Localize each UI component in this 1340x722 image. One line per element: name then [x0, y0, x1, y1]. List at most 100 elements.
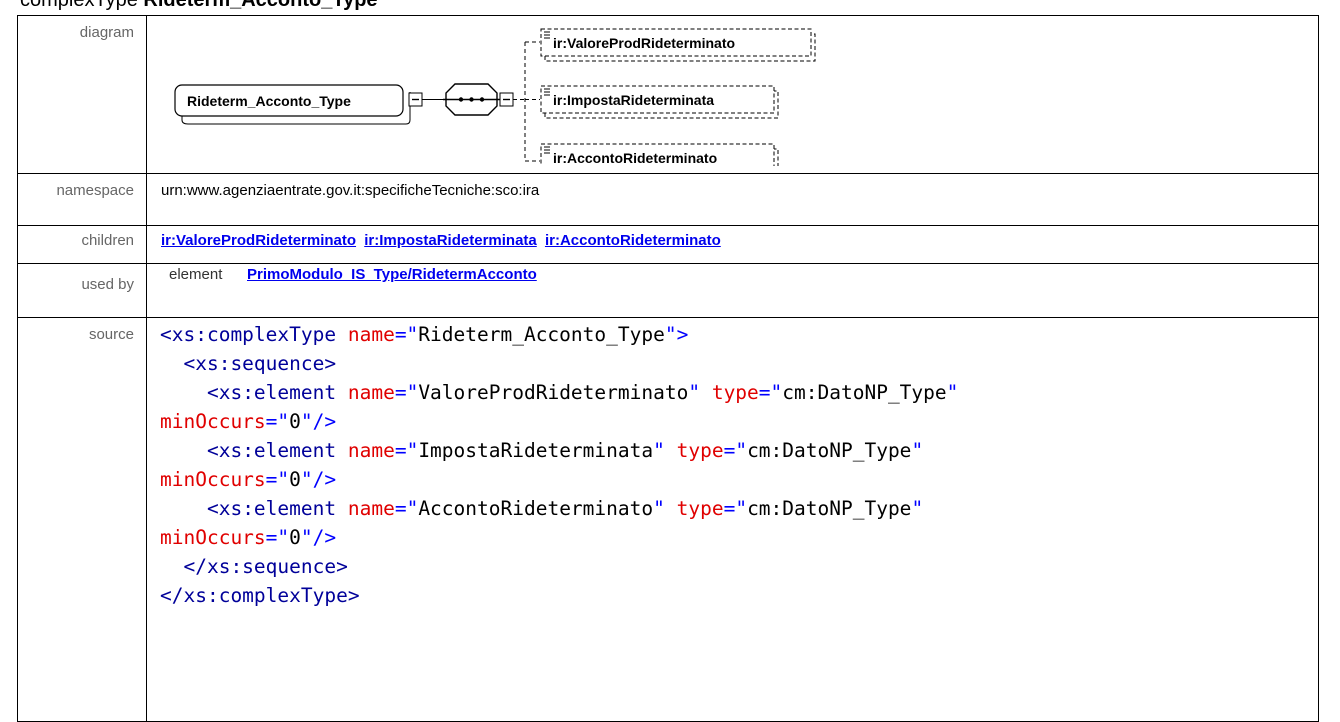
source-token: ": [653, 497, 677, 520]
source-token: =": [265, 526, 290, 549]
source-token: [160, 497, 207, 520]
used-by-kind: element: [169, 266, 223, 283]
used-by-label: used by: [17, 263, 147, 318]
source-token: "/>: [300, 526, 337, 549]
source-token: cm:DatoNP_Type: [747, 439, 912, 462]
source-token: 0: [289, 526, 301, 549]
source-token: type: [676, 497, 724, 520]
root-type-name: Rideterm_Acconto_Type: [187, 93, 351, 109]
children-row: children ir:ValoreProdRideterminato ir:I…: [17, 225, 1319, 264]
source-token: ": [911, 439, 924, 462]
source-token: =": [394, 323, 419, 346]
diagram-element-label: ir:ValoreProdRideterminato: [553, 35, 735, 51]
source-token: <xs:element: [206, 381, 348, 404]
source-token: =": [394, 381, 419, 404]
source-token: type: [676, 439, 724, 462]
source-code: <xs:complexType name="Rideterm_Acconto_T…: [160, 320, 1318, 610]
source-token: <xs:element: [206, 497, 348, 520]
source-token: ": [911, 497, 924, 520]
source-token: AccontoRideterminato: [418, 497, 654, 520]
child-link-valoreprod[interactable]: ir:ValoreProdRideterminato: [161, 232, 356, 249]
source-token: "/>: [300, 468, 337, 491]
source-token: =": [394, 497, 419, 520]
source-token: =": [265, 468, 290, 491]
used-by-row: used by element PrimoModulo_IS_Type/Ride…: [17, 263, 1319, 318]
source-token: ImpostaRideterminata: [418, 439, 654, 462]
source-line: </xs:complexType>: [160, 584, 360, 607]
source-token: ">: [664, 323, 689, 346]
source-token: =": [265, 410, 290, 433]
page-header: complexType Rideterm_Acconto_Type: [20, 0, 378, 12]
source-token: ": [946, 381, 959, 404]
source-token: [160, 555, 183, 578]
source-label: source: [17, 317, 147, 722]
source-token: cm:DatoNP_Type: [782, 381, 947, 404]
diagram-label: diagram: [17, 15, 147, 174]
source-token: name: [347, 381, 395, 404]
source-line: minOccurs="0"/>: [160, 468, 336, 491]
source-token: </xs:sequence>: [183, 555, 348, 578]
source-token: <xs:element: [206, 439, 348, 462]
children-links: ir:ValoreProdRideterminato ir:ImpostaRid…: [146, 225, 1319, 264]
source-token: name: [347, 497, 395, 520]
diagram-svg: Rideterm_Acconto_Type ir:ValoreProdRidet…: [174, 28, 816, 177]
child-link-acconto[interactable]: ir:AccontoRideterminato: [545, 232, 721, 249]
source-token: [160, 439, 207, 462]
diagram-element-label: ir:AccontoRideterminato: [553, 150, 717, 166]
namespace-row: namespace urn:www.agenziaentrate.gov.it:…: [17, 173, 1319, 226]
diagram-row: diagram Rideterm_Acconto_Type ir:ValoreP…: [17, 15, 1319, 177]
source-token: minOccurs: [160, 468, 266, 491]
source-token: 0: [289, 410, 301, 433]
source-token: =": [723, 497, 748, 520]
namespace-value: urn:www.agenziaentrate.gov.it:specifiche…: [146, 173, 1319, 226]
source-token: cm:DatoNP_Type: [747, 497, 912, 520]
source-token: name: [347, 439, 395, 462]
root-type-box[interactable]: Rideterm_Acconto_Type: [174, 84, 411, 125]
diagram-cell: Rideterm_Acconto_Type ir:ValoreProdRidet…: [146, 15, 1319, 177]
source-token: [160, 381, 207, 404]
diagram-element-label: ir:ImpostaRideterminata: [553, 92, 714, 108]
source-token: minOccurs: [160, 526, 266, 549]
diagram-element-acconto[interactable]: ir:AccontoRideterminato: [540, 143, 779, 177]
collapse-toggle-icon[interactable]: [408, 92, 423, 107]
schema-doc-table: diagram Rideterm_Acconto_Type ir:ValoreP…: [17, 15, 1319, 722]
source-token: type: [711, 381, 759, 404]
source-token: "/>: [300, 410, 337, 433]
source-token: name: [347, 323, 395, 346]
header-type-name: Rideterm_Acconto_Type: [143, 0, 378, 11]
used-by-cell: element PrimoModulo_IS_Type/RidetermAcco…: [146, 263, 1319, 318]
diagram-element-imposta[interactable]: ir:ImpostaRideterminata: [540, 85, 779, 119]
source-token: </xs:complexType>: [160, 584, 360, 607]
source-line: <xs:element name="ValoreProdRideterminat…: [160, 381, 958, 404]
diagram-element-valoreprod[interactable]: ir:ValoreProdRideterminato: [540, 28, 816, 62]
source-token: <xs:complexType: [160, 323, 348, 346]
source-row: source <xs:complexType name="Rideterm_Ac…: [17, 317, 1319, 722]
source-line: minOccurs="0"/>: [160, 410, 336, 433]
source-token: [160, 352, 183, 375]
source-token: =": [394, 439, 419, 462]
source-token: 0: [289, 468, 301, 491]
source-line: <xs:sequence>: [160, 352, 336, 375]
children-label: children: [17, 225, 147, 264]
used-by-entry: element PrimoModulo_IS_Type/RidetermAcco…: [161, 266, 1318, 283]
source-line: </xs:sequence>: [160, 555, 348, 578]
source-line: <xs:complexType name="Rideterm_Acconto_T…: [160, 323, 688, 346]
schema-diagram: Rideterm_Acconto_Type ir:ValoreProdRidet…: [147, 16, 847, 177]
source-token: ": [688, 381, 712, 404]
source-token: =": [758, 381, 783, 404]
child-link-imposta[interactable]: ir:ImpostaRideterminata: [364, 232, 537, 249]
source-token: minOccurs: [160, 410, 266, 433]
source-line: <xs:element name="AccontoRideterminato" …: [160, 497, 923, 520]
source-line: minOccurs="0"/>: [160, 526, 336, 549]
connector-lines: [513, 41, 540, 162]
source-token: <xs:sequence>: [183, 352, 337, 375]
source-token: =": [723, 439, 748, 462]
source-cell: <xs:complexType name="Rideterm_Acconto_T…: [146, 317, 1319, 722]
source-token: ValoreProdRideterminato: [418, 381, 689, 404]
header-kind: complexType: [20, 0, 138, 11]
sequence-compositor-icon[interactable]: [443, 83, 500, 116]
used-by-link[interactable]: PrimoModulo_IS_Type/RidetermAcconto: [247, 266, 537, 283]
source-line: <xs:element name="ImpostaRideterminata" …: [160, 439, 923, 462]
sequence-collapse-icon[interactable]: [499, 92, 514, 107]
source-token: ": [653, 439, 677, 462]
